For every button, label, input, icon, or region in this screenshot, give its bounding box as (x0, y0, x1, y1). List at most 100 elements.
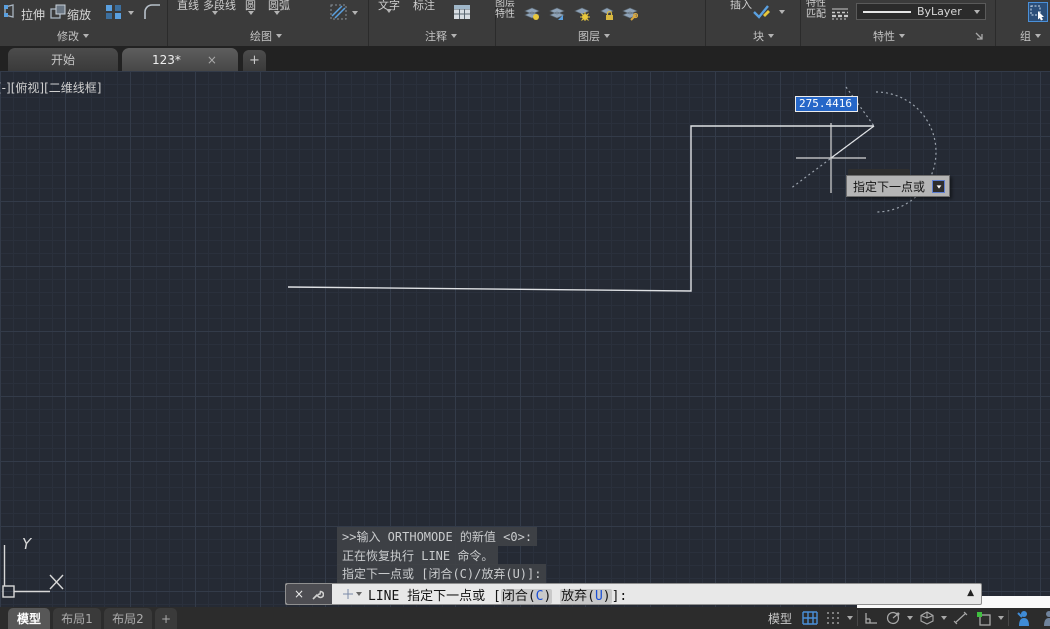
arc-dropdown-icon[interactable] (274, 11, 280, 15)
object-snap-toggle-icon[interactable] (974, 608, 994, 628)
panel-divider (368, 0, 369, 46)
grid-toggle-icon[interactable] (800, 608, 820, 628)
line-button[interactable]: 直线 (177, 0, 199, 13)
array-icon[interactable] (105, 4, 122, 20)
command-history-line: 正在恢复执行 LINE 命令。 (337, 546, 498, 565)
insert-icon[interactable] (752, 3, 771, 20)
array-dropdown-icon[interactable] (128, 11, 134, 15)
dropdown-arrow-icon (974, 10, 980, 14)
ucs-y-label: Y (22, 535, 33, 553)
snap-dropdown-icon[interactable] (847, 616, 853, 620)
group-panel-label[interactable]: 组 (1020, 29, 1041, 43)
stretch-icon[interactable] (4, 4, 20, 19)
hatch-dropdown-icon[interactable] (352, 11, 358, 15)
close-icon[interactable]: × (294, 588, 304, 600)
hatch-icon[interactable] (330, 4, 347, 20)
layer-settings-icon[interactable] (622, 6, 638, 21)
layer-thaw-icon[interactable] (574, 6, 591, 21)
ribbon: 拉伸 缩放 修改 直线 多段线 圆 圆弧 绘图 文字 标注 注释 图层特性 图 (0, 0, 1050, 46)
lineweight-icon[interactable] (831, 7, 849, 20)
polyline-button[interactable]: 多段线 (203, 0, 236, 13)
polar-tracking-toggle-icon[interactable] (884, 608, 903, 628)
drawn-lines (288, 126, 874, 291)
layer-on-icon[interactable] (524, 6, 540, 21)
ortho-toggle-icon[interactable] (862, 608, 880, 628)
ucs-icon: Y (3, 535, 63, 597)
command-history-line: >>输入 ORTHOMODE 的新值 <0>: (337, 527, 537, 546)
command-line-dock[interactable]: × LINE 指定下一点或 [闭合(C) 放弃(U)]: ▲ (285, 583, 982, 605)
table-icon[interactable] (453, 4, 471, 20)
properties-panel-label[interactable]: 特性 (873, 29, 905, 43)
tab-layout1[interactable]: 布局1 (53, 608, 101, 629)
tab-model[interactable]: 模型 (8, 608, 50, 629)
insert-button[interactable]: 插入 (730, 0, 752, 12)
model-space-toggle[interactable]: 模型 (764, 610, 796, 627)
panel-expand-icon[interactable] (974, 31, 984, 41)
history-expand-icon[interactable]: ▲ (967, 588, 974, 598)
recent-commands-icon[interactable] (356, 592, 362, 596)
dropdown-arrow-icon (83, 34, 89, 38)
dimension-button[interactable]: 标注 (413, 0, 435, 13)
panel-divider (705, 0, 706, 46)
block-panel-label[interactable]: 块 (753, 29, 774, 43)
osnap-dropdown-icon[interactable] (998, 616, 1004, 620)
annotate-panel-label[interactable]: 注释 (425, 29, 457, 43)
tooltip-options-icon[interactable] (932, 180, 945, 193)
new-layout-button[interactable]: + (155, 608, 177, 629)
tab-layout2[interactable]: 布局2 (104, 608, 152, 629)
stretch-button[interactable]: 拉伸 (21, 6, 45, 23)
lineweight-select[interactable]: ByLayer (856, 3, 986, 20)
dropdown-arrow-icon (276, 34, 282, 38)
insert-dropdown-icon[interactable] (779, 10, 785, 14)
polar-dropdown-icon[interactable] (907, 616, 913, 620)
dropdown-arrow-icon (899, 34, 905, 38)
new-tab-button[interactable]: + (243, 50, 266, 71)
bottom-status-bar: 模型 布局1 布局2 + 模型 (0, 607, 1050, 629)
autoscale-annotation-icon[interactable] (1038, 608, 1050, 628)
dropdown-arrow-icon (451, 34, 457, 38)
tab-close-icon[interactable]: × (207, 53, 217, 67)
status-separator (1008, 610, 1009, 626)
status-separator (857, 610, 858, 626)
modify-panel-label[interactable]: 修改 (57, 29, 89, 43)
tab-drawing-123[interactable]: 123* × (122, 48, 238, 71)
option-undo[interactable]: 放弃(U) (560, 589, 611, 604)
fillet-icon[interactable] (143, 3, 162, 20)
draw-panel-label[interactable]: 绘图 (250, 29, 282, 43)
layers-panel-label[interactable]: 图层 (578, 29, 610, 43)
cursor-tooltip: 指定下一点或 (846, 175, 950, 197)
customize-wrench-icon[interactable] (311, 588, 324, 601)
layer-lock-icon[interactable] (600, 6, 615, 21)
option-close[interactable]: 闭合(C) (501, 589, 552, 604)
command-history-line: 指定下一点或 [闭合(C)/放弃(U)]: (337, 564, 546, 583)
command-input[interactable]: LINE 指定下一点或 [闭合(C) 放弃(U)]: (368, 585, 627, 604)
match-properties-button[interactable]: 特性匹配 (803, 0, 829, 20)
panel-divider (995, 0, 996, 46)
scale-icon[interactable] (50, 4, 66, 19)
annotation-visibility-icon[interactable] (1013, 608, 1034, 628)
rubber-band-line (831, 126, 874, 158)
command-dock-grip[interactable]: × (286, 584, 332, 604)
dynamic-input-field[interactable]: 275.4416 (795, 96, 858, 112)
circle-dropdown-icon[interactable] (248, 11, 254, 15)
layer-freeze-icon[interactable] (549, 6, 565, 21)
command-prompt-icon (342, 588, 354, 600)
isodraft-toggle-icon[interactable] (917, 608, 937, 628)
tab-start[interactable]: 开始 (8, 48, 118, 71)
snap-toggle-icon[interactable] (824, 608, 843, 628)
dropdown-arrow-icon (768, 34, 774, 38)
autocad-window: 拉伸 缩放 修改 直线 多段线 圆 圆弧 绘图 文字 标注 注释 图层特性 图 (0, 0, 1050, 629)
isodraft-dropdown-icon[interactable] (941, 616, 947, 620)
dropdown-arrow-icon (604, 34, 610, 38)
group-selection-icon[interactable] (1028, 2, 1048, 22)
file-tab-bar: 开始 123* × + (0, 46, 1050, 71)
scale-button[interactable]: 缩放 (67, 6, 91, 23)
text-dropdown-icon[interactable] (386, 9, 392, 13)
object-snap-tracking-toggle-icon[interactable] (951, 608, 970, 628)
panel-divider (167, 0, 168, 46)
panel-divider (800, 0, 801, 46)
lineweight-preview (863, 11, 911, 13)
drawing-canvas[interactable]: [-][俯视][二维线框] Y X (0, 71, 1050, 607)
layer-properties-button[interactable]: 图层特性 (492, 0, 518, 20)
polyline-dropdown-icon[interactable] (212, 11, 218, 15)
